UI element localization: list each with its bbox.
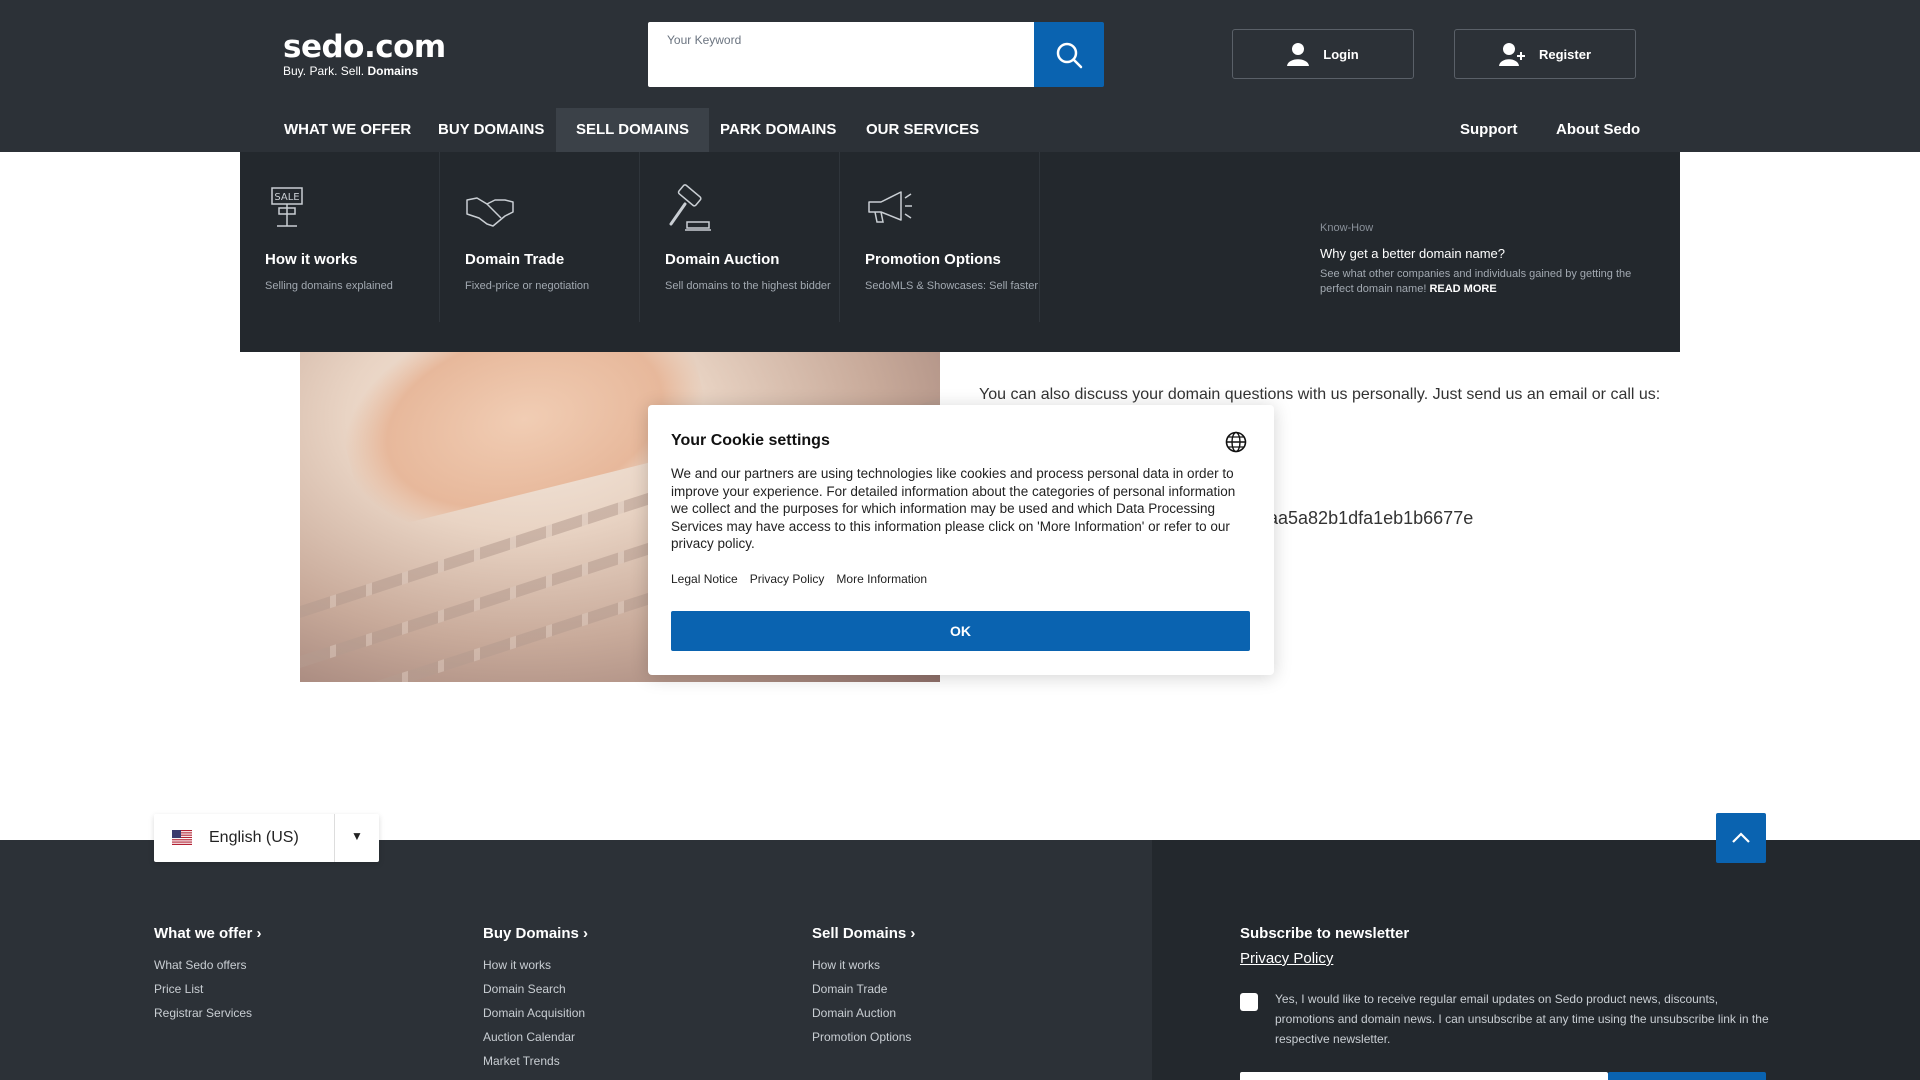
newsletter-privacy-link[interactable]: Privacy Policy [1240, 950, 1770, 967]
login-label: Login [1323, 46, 1359, 62]
dropdown-item-how-it-works[interactable]: SALE How it works Selling domains explai… [240, 152, 440, 322]
sale-sign-icon: SALE [271, 187, 303, 227]
dropdown-item-desc: Selling domains explained [265, 280, 393, 292]
dropdown-item-desc: SedoMLS & Showcases: Sell faster [865, 280, 1039, 292]
cookie-body: We and our partners are using technologi… [671, 466, 1236, 551]
sell-domains-dropdown: SALE How it works Selling domains explai… [240, 152, 1680, 352]
nav-buy-domains[interactable]: BUY DOMAINS [418, 108, 564, 152]
read-more-link[interactable]: READ MORE [1429, 283, 1496, 295]
logo-wordmark: sedo.com [283, 29, 446, 65]
legal-notice-link[interactable]: Legal Notice [671, 572, 738, 586]
cookie-title: Your Cookie settings [671, 432, 830, 449]
footer-column-buy-domains: Buy Domains How it works Domain Search D… [483, 925, 588, 1073]
footer-link[interactable]: How it works [483, 953, 588, 977]
footer-link[interactable]: Domain Trade [812, 977, 915, 1001]
search-input[interactable] [664, 50, 1024, 80]
knowhow-title: Why get a better domain name? [1320, 246, 1505, 261]
knowhow-teaser: Know-How Why get a better domain name? S… [1320, 222, 1660, 297]
nav-park-domains[interactable]: PARK DOMAINS [700, 108, 856, 152]
dropdown-item-title: How it works [265, 251, 358, 268]
footer-link[interactable]: Registrar Services [154, 1001, 262, 1025]
main-nav: WHAT WE OFFER BUY DOMAINS SELL DOMAINS P… [0, 108, 1920, 152]
language-label: English (US) [209, 829, 299, 846]
language-selector[interactable]: English (US) ▼ [154, 814, 379, 862]
newsletter-email-input[interactable] [1240, 1072, 1608, 1080]
chevron-up-icon [1732, 832, 1750, 843]
footer-heading[interactable]: Buy Domains [483, 925, 588, 942]
dropdown-item-promotion-options[interactable]: Promotion Options SedoMLS & Showcases: S… [840, 152, 1040, 322]
dropdown-item-title: Promotion Options [865, 251, 1001, 268]
cookie-links: Legal Notice Privacy Policy More Informa… [671, 572, 927, 586]
privacy-policy-link[interactable]: Privacy Policy [750, 572, 825, 586]
us-flag-icon [172, 830, 192, 845]
dropdown-item-desc: Fixed-price or negotiation [465, 280, 590, 292]
globe-icon[interactable] [1225, 431, 1247, 453]
caret-down-icon: ▼ [351, 829, 363, 843]
search-button[interactable] [1034, 22, 1104, 87]
footer-link[interactable]: Promotion Options [812, 1025, 915, 1049]
newsletter-consent-text: Yes, I would like to receive regular ema… [1275, 992, 1769, 1046]
footer-column-what-we-offer: What we offer What Sedo offers Price Lis… [154, 925, 262, 1025]
nav-our-services[interactable]: OUR SERVICES [846, 108, 999, 152]
search-label: Your Keyword [667, 33, 742, 47]
footer-column-sell-domains: Sell Domains How it works Domain Trade D… [812, 925, 915, 1049]
svg-text:SALE: SALE [274, 192, 299, 203]
nav-support[interactable]: Support [1440, 108, 1538, 152]
search-icon [1056, 42, 1083, 68]
dropdown-item-desc: Sell domains to the highest bidder [665, 280, 831, 292]
dropdown-item-title: Domain Auction [665, 251, 780, 268]
footer-heading[interactable]: Sell Domains [812, 925, 915, 942]
footer-heading[interactable]: What we offer [154, 925, 262, 942]
back-to-top-button[interactable] [1716, 813, 1766, 863]
code-fragment: aa5a82b1dfa1eb1b6677e [1268, 508, 1474, 528]
cookie-dialog: Your Cookie settings We and our partners… [648, 405, 1274, 675]
gavel-icon [669, 184, 711, 231]
dropdown-item-domain-trade[interactable]: Domain Trade Fixed-price or negotiation [440, 152, 640, 322]
newsletter-consent-checkbox[interactable] [1240, 993, 1258, 1011]
knowhow-label: Know-How [1320, 222, 1374, 234]
footer-link[interactable]: How it works [812, 953, 915, 977]
handshake-icon [466, 197, 514, 227]
knowhow-text: See what other companies and individuals… [1320, 268, 1632, 295]
nav-about-sedo[interactable]: About Sedo [1536, 108, 1660, 152]
megaphone-icon [868, 191, 912, 223]
dropdown-item-title: Domain Trade [465, 251, 565, 268]
logo-tagline: Buy. Park. Sell. Domains [283, 64, 419, 78]
more-information-link[interactable]: More Information [836, 572, 927, 586]
user-icon [1287, 43, 1310, 66]
nav-sell-domains[interactable]: SELL DOMAINS [556, 108, 710, 152]
newsletter-section: Subscribe to newsletter Privacy Policy Y… [1240, 925, 1770, 1046]
dropdown-item-domain-auction[interactable]: Domain Auction Sell domains to the highe… [640, 152, 840, 322]
footer-link[interactable]: Auction Calendar [483, 1025, 588, 1049]
footer-link[interactable]: Domain Acquisition [483, 1001, 588, 1025]
language-divider [334, 814, 335, 862]
footer-link[interactable]: What Sedo offers [154, 953, 262, 977]
add-user-icon [1498, 43, 1525, 66]
newsletter-heading: Subscribe to newsletter [1240, 925, 1410, 942]
search-box: Your Keyword [648, 22, 1034, 87]
footer-link[interactable]: Price List [154, 977, 262, 1001]
register-button[interactable]: Register [1454, 29, 1636, 79]
register-label: Register [1538, 46, 1592, 62]
cookie-ok-button[interactable]: OK [671, 611, 1250, 651]
site-header: sedo.com Buy. Park. Sell. Domains Your K… [0, 0, 1920, 152]
newsletter-subscribe-button[interactable] [1608, 1072, 1766, 1080]
sedo-logo[interactable]: sedo.com Buy. Park. Sell. Domains [283, 30, 483, 80]
footer-link[interactable]: Domain Auction [812, 1001, 915, 1025]
footer-link[interactable]: Market Trends [483, 1049, 588, 1073]
contact-text: You can also discuss your domain questio… [979, 386, 1661, 403]
footer-link[interactable]: Domain Search [483, 977, 588, 1001]
login-button[interactable]: Login [1232, 29, 1414, 79]
nav-what-we-offer[interactable]: WHAT WE OFFER [264, 108, 431, 152]
